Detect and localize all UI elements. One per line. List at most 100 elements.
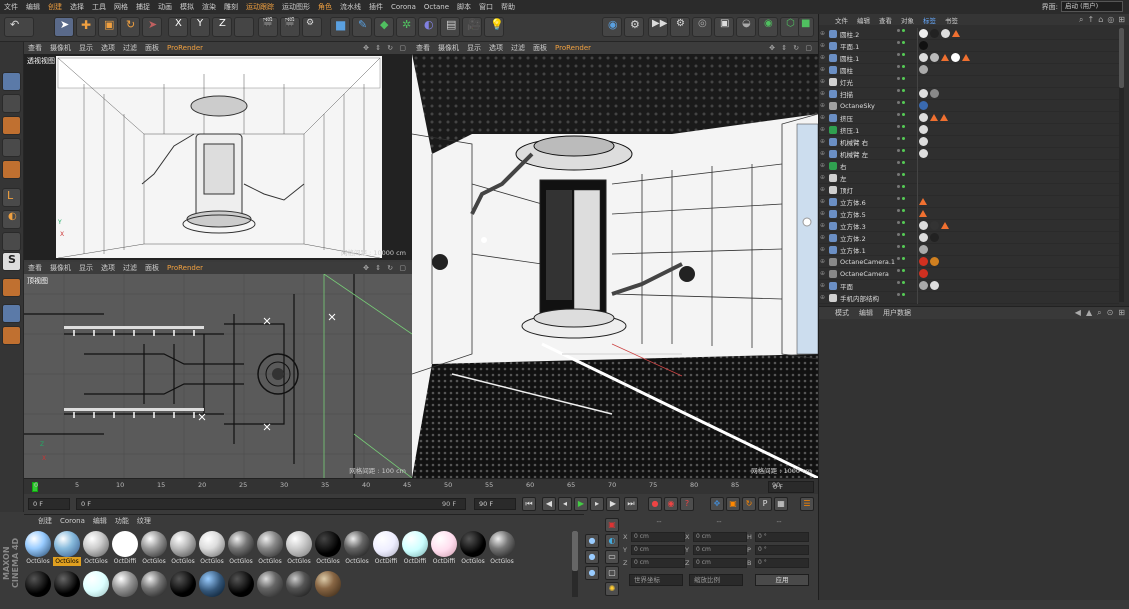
- live-select-icon[interactable]: ➤: [142, 17, 162, 37]
- material-swatch[interactable]: OctDiffi: [111, 531, 139, 569]
- viewport-menu-item[interactable]: 面板: [145, 263, 159, 273]
- viewport-camera[interactable]: 网格间距 : 1000 cm: [412, 54, 818, 478]
- object-row[interactable]: ⊕ OctaneCamera.1: [819, 256, 1119, 268]
- coord-value-field[interactable]: 0 cm: [631, 558, 685, 568]
- tag-icon[interactable]: [930, 114, 938, 121]
- viewport-menu-item[interactable]: ProRender: [555, 44, 591, 52]
- visibility-toggles[interactable]: [897, 196, 909, 207]
- material-swatch[interactable]: [140, 571, 168, 609]
- menu-item[interactable]: 角色: [318, 2, 332, 12]
- deformer-icon[interactable]: ◐: [418, 17, 438, 37]
- menu-item[interactable]: 网格: [114, 2, 128, 12]
- menu-item[interactable]: 流水线: [340, 2, 361, 12]
- material-swatch[interactable]: OctGlos: [53, 531, 81, 569]
- quantize-icon[interactable]: [2, 326, 21, 345]
- visibility-toggles[interactable]: [897, 124, 909, 135]
- tag-icon[interactable]: [919, 233, 928, 242]
- expand-icon[interactable]: ⊕: [820, 114, 825, 121]
- tag-icon[interactable]: [919, 89, 928, 98]
- menu-item[interactable]: Corona: [391, 3, 416, 11]
- viewport-menu-item[interactable]: 摄像机: [50, 263, 71, 273]
- viewport-menu-item[interactable]: 选项: [101, 263, 115, 273]
- visibility-toggles[interactable]: [897, 208, 909, 219]
- expand-icon[interactable]: ⊕: [820, 78, 825, 85]
- coord-mode-dropdown[interactable]: 世界坐标: [629, 574, 683, 586]
- object-menu-item[interactable]: 文件: [835, 15, 848, 25]
- expand-icon[interactable]: ⊕: [820, 30, 825, 37]
- attribute-menu-item[interactable]: 模式: [835, 308, 849, 318]
- tag-icon[interactable]: [919, 41, 928, 50]
- tag-icon[interactable]: [919, 198, 927, 205]
- tag-icon[interactable]: [919, 65, 928, 74]
- visibility-toggles[interactable]: [897, 148, 909, 159]
- key-rotate-icon[interactable]: ↻: [742, 497, 756, 511]
- polygons-mode-icon[interactable]: [2, 160, 21, 179]
- object-row[interactable]: ⊕ 机械臂 左: [819, 148, 1119, 160]
- material-swatch[interactable]: [111, 571, 139, 609]
- viewport-menu-item[interactable]: 面板: [145, 43, 159, 53]
- frame-range-slider[interactable]: 0 F: [76, 498, 466, 510]
- visibility-toggles[interactable]: [897, 64, 909, 75]
- material-swatch[interactable]: OctGlos: [459, 531, 487, 569]
- viewport-menu-item[interactable]: 显示: [467, 43, 481, 53]
- pen-icon[interactable]: ✎: [352, 17, 372, 37]
- object-menu-item[interactable]: 书签: [945, 15, 958, 25]
- viewport-nav-icons[interactable]: ✥ ⇕ ↻ ▢: [363, 264, 408, 272]
- tag-icon[interactable]: [930, 281, 939, 290]
- attr-search-icon[interactable]: ⌕: [1097, 308, 1101, 318]
- coord-value-field[interactable]: 0 cm: [631, 532, 685, 542]
- menu-item[interactable]: 运动跟踪: [246, 2, 274, 12]
- start-frame-field[interactable]: 0 F: [28, 498, 70, 510]
- visibility-toggles[interactable]: [897, 292, 909, 303]
- object-row[interactable]: ⊕ 立方体.6: [819, 196, 1119, 208]
- menu-item[interactable]: 插件: [369, 2, 383, 12]
- autokey-icon[interactable]: ◉: [664, 497, 678, 511]
- scale-mode-dropdown[interactable]: 缩放比例: [689, 574, 743, 586]
- visibility-toggles[interactable]: [897, 100, 909, 111]
- octane-lock-icon[interactable]: ▢: [605, 566, 619, 580]
- expand-icon[interactable]: ⊕: [820, 198, 825, 205]
- tag-icon[interactable]: [951, 53, 960, 62]
- layout-selector[interactable]: 界面: 启动 (用户): [1042, 1, 1123, 12]
- octane-live-icon[interactable]: ▶▶: [648, 17, 668, 37]
- visibility-toggles[interactable]: [897, 112, 909, 123]
- coord-value-field[interactable]: 0 °: [755, 545, 809, 555]
- viewport-top[interactable]: Z X 顶视图 网格间距 : 100 cm: [24, 274, 412, 478]
- key-param-icon[interactable]: P: [758, 497, 772, 511]
- tag-icon[interactable]: [919, 257, 928, 266]
- x-axis-icon[interactable]: X: [168, 17, 188, 37]
- object-menu-item[interactable]: 编辑: [857, 15, 870, 25]
- object-row[interactable]: ⊕ 扫描: [819, 88, 1119, 100]
- new-window-icon[interactable]: ⊞: [1118, 15, 1125, 25]
- tag-icon[interactable]: [930, 53, 939, 62]
- model-mode-icon[interactable]: [2, 72, 21, 91]
- visibility-toggles[interactable]: [897, 184, 909, 195]
- move-tool-icon[interactable]: ✚: [76, 17, 96, 37]
- mat-plane-icon[interactable]: ●: [585, 566, 599, 580]
- object-row[interactable]: ⊕ 右: [819, 160, 1119, 172]
- menu-item[interactable]: 运动图形: [282, 2, 310, 12]
- tag-icon[interactable]: [919, 149, 928, 158]
- material-swatch[interactable]: OctGlos: [198, 531, 226, 569]
- visibility-toggles[interactable]: [897, 232, 909, 243]
- viewport-perspective[interactable]: Y X 透视视图 网格间距 : 10000 cm: [24, 54, 412, 260]
- tag-icon[interactable]: [919, 101, 928, 110]
- play-icon[interactable]: ▶: [574, 497, 588, 511]
- viewport-menu-item[interactable]: 面板: [533, 43, 547, 53]
- octane-sun-icon[interactable]: ✺: [605, 582, 619, 596]
- camera-icon[interactable]: 🎥: [462, 17, 482, 37]
- lock-icon[interactable]: [2, 232, 21, 251]
- up-icon[interactable]: ↑: [1088, 15, 1095, 25]
- material-swatch[interactable]: [24, 571, 52, 609]
- menu-item[interactable]: 模拟: [180, 2, 194, 12]
- octane-tag-icon[interactable]: ■: [798, 17, 814, 37]
- visibility-toggles[interactable]: [897, 268, 909, 279]
- material-swatch[interactable]: OctGlos: [343, 531, 371, 569]
- object-row[interactable]: ⊕ OctaneCamera: [819, 268, 1119, 280]
- go-end-icon[interactable]: ⏭: [624, 497, 638, 511]
- viewport-menu-item[interactable]: 选项: [101, 43, 115, 53]
- menu-item[interactable]: 渲染: [202, 2, 216, 12]
- material-swatch[interactable]: OctGlos: [169, 531, 197, 569]
- key-pla-icon[interactable]: ▦: [774, 497, 788, 511]
- expand-icon[interactable]: ⊕: [820, 126, 825, 133]
